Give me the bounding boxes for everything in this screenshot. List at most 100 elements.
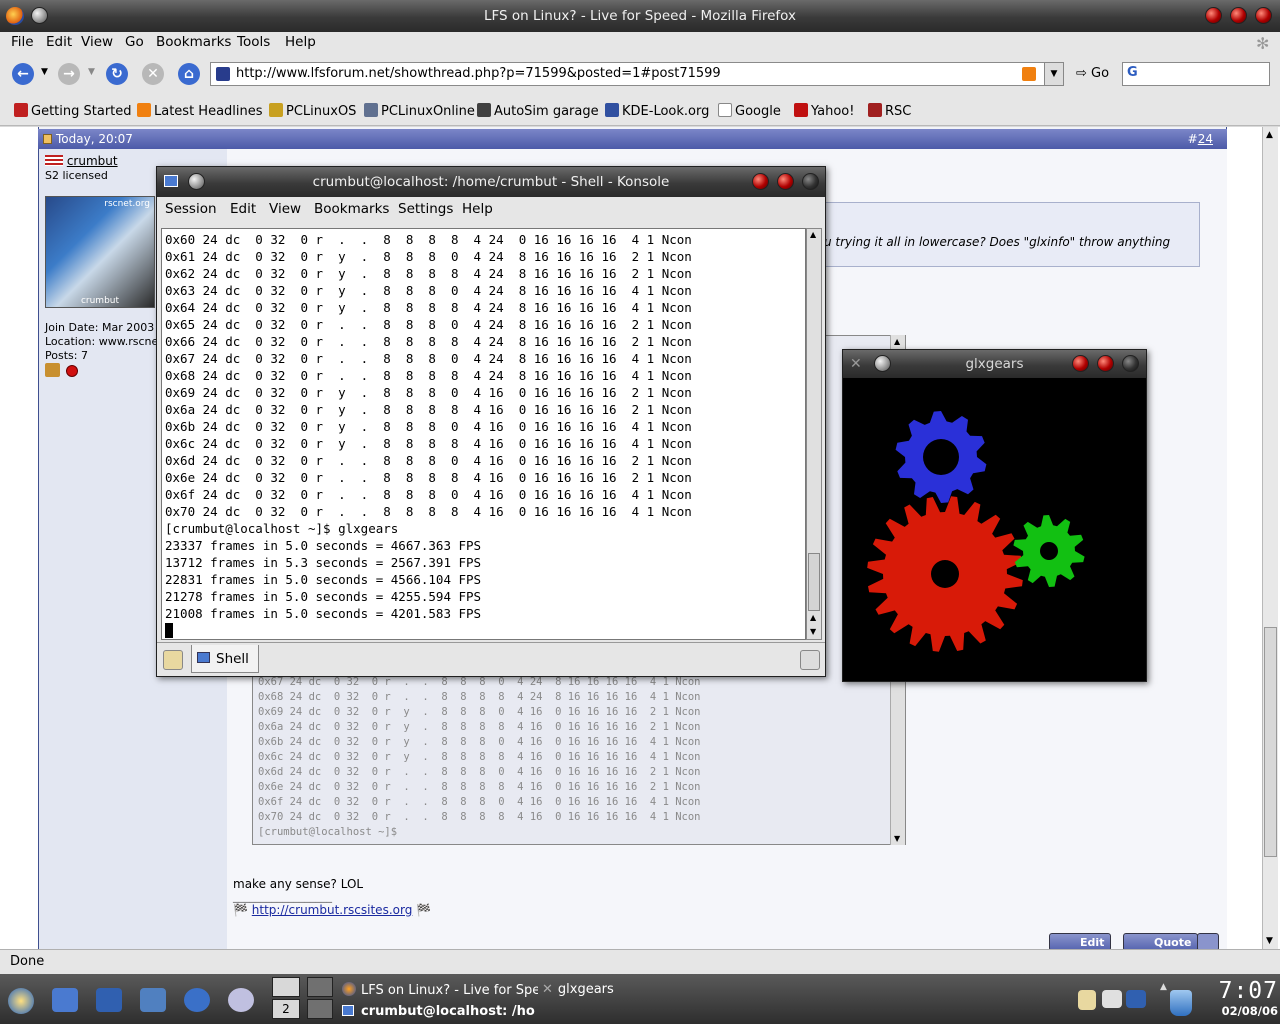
menu-go[interactable]: Go: [125, 34, 144, 50]
bookmark-pclinuxos[interactable]: PCLinuxOS: [269, 103, 356, 119]
quote-post-button[interactable]: Quote: [1123, 933, 1199, 949]
scroll-down-icon[interactable]: ▼: [1266, 936, 1273, 946]
tab-shell[interactable]: Shell: [191, 645, 259, 673]
maximize-button[interactable]: [1097, 355, 1114, 372]
task-konsole[interactable]: crumbut@localhost: /ho: [342, 1004, 538, 1019]
close-button[interactable]: [1122, 355, 1139, 372]
back-button[interactable]: ←: [12, 63, 34, 85]
minimize-button[interactable]: [1205, 7, 1222, 24]
display-icon[interactable]: [1126, 990, 1146, 1008]
scroll-up-icon[interactable]: ▲: [810, 613, 816, 622]
mail-icon[interactable]: [228, 988, 254, 1012]
maximize-button[interactable]: [1230, 7, 1247, 24]
scroll-thumb[interactable]: [808, 553, 820, 611]
bookmark-kde-look[interactable]: KDE-Look.org: [605, 103, 709, 119]
url-text[interactable]: http://www.lfsforum.net/showthread.php?p…: [236, 66, 721, 81]
quote-label: Quote: [1154, 936, 1192, 949]
username-link[interactable]: crumbut: [45, 154, 118, 168]
bookmark-google[interactable]: Google: [718, 103, 781, 119]
menu-help[interactable]: Help: [462, 201, 493, 217]
menu-file[interactable]: File: [11, 34, 34, 50]
task-firefox[interactable]: LFS on Linux? - Live for Spe: [342, 982, 538, 998]
terminal-output[interactable]: 0x60 24 dc 0 32 0 r . . 8 8 8 8 4 24 0 1…: [161, 228, 806, 640]
terminal-scrollbar[interactable]: ▲ ▲ ▼: [806, 228, 822, 640]
bookmark-autosim-garage[interactable]: AutoSim garage: [477, 103, 599, 119]
maximize-button[interactable]: [777, 173, 794, 190]
forward-dropdown-icon[interactable]: ▼: [88, 67, 95, 77]
minimize-button[interactable]: [752, 173, 769, 190]
menu-tools[interactable]: Tools: [237, 34, 270, 50]
desktop-pager-2[interactable]: 2: [272, 999, 300, 1019]
tray-icon[interactable]: [1102, 990, 1122, 1008]
multi-quote-button[interactable]: [1197, 933, 1219, 949]
task-label: crumbut@localhost: /ho: [361, 1004, 535, 1019]
glxgears-titlebar[interactable]: ✕ glxgears: [843, 350, 1146, 378]
close-button[interactable]: [802, 173, 819, 190]
bookmark-getting-started[interactable]: Getting Started: [14, 103, 132, 119]
reload-button[interactable]: ↻: [106, 63, 128, 85]
url-bar[interactable]: http://www.lfsforum.net/showthread.php?p…: [210, 62, 1062, 86]
konsole-tabbar: Shell: [157, 642, 825, 676]
menu-edit[interactable]: Edit: [230, 201, 256, 217]
menu-view[interactable]: View: [81, 34, 113, 50]
post-number-link[interactable]: #24: [1188, 132, 1213, 146]
bookmark-label: AutoSim garage: [494, 104, 599, 119]
google-search-icon[interactable]: G: [1127, 65, 1138, 80]
kde-menu-icon[interactable]: [8, 988, 34, 1014]
bookmark-icon: [364, 103, 378, 117]
close-session-button[interactable]: [800, 650, 820, 670]
go-button[interactable]: ⇨ Go: [1076, 66, 1109, 81]
menu-bookmarks[interactable]: Bookmarks: [156, 34, 231, 50]
bookmark-icon: [868, 103, 882, 117]
control-center-icon[interactable]: [140, 988, 166, 1012]
quote-text: u trying it all in lowercase? Does "glxi…: [824, 235, 1171, 249]
rss-feed-icon[interactable]: [1022, 67, 1036, 81]
menu-view[interactable]: View: [269, 201, 301, 217]
search-input[interactable]: G: [1122, 62, 1270, 86]
bookmark-yahoo[interactable]: Yahoo!: [794, 103, 854, 119]
bookmark-latest-headlines[interactable]: Latest Headlines: [137, 103, 263, 119]
bookmark-pclinuxonline[interactable]: PCLinuxOnline: [364, 103, 475, 119]
browser-icon[interactable]: [184, 988, 210, 1012]
clock[interactable]: 7:07 02/08/06: [1212, 978, 1278, 1018]
task-glxgears[interactable]: ✕ glxgears: [542, 982, 642, 997]
scroll-thumb[interactable]: [1264, 627, 1277, 857]
konsole-titlebar[interactable]: crumbut@localhost: /home/crumbut - Shell…: [157, 167, 825, 197]
home-folder-icon[interactable]: [96, 988, 122, 1012]
stop-button[interactable]: ✕: [142, 63, 164, 85]
forward-button[interactable]: →: [58, 63, 80, 85]
page-scrollbar[interactable]: ▲ ▼: [1262, 127, 1278, 949]
signature-link[interactable]: http://crumbut.rscsites.org: [252, 903, 413, 917]
post-count: Posts: 7: [45, 349, 88, 362]
desktop-pager-3[interactable]: [307, 977, 333, 997]
username[interactable]: crumbut: [67, 154, 118, 168]
close-button[interactable]: [1255, 7, 1272, 24]
show-desktop-icon[interactable]: [52, 988, 78, 1012]
menu-bookmarks[interactable]: Bookmarks: [314, 201, 389, 217]
edit-post-button[interactable]: Edit: [1049, 933, 1112, 949]
scroll-up-icon[interactable]: ▲: [1266, 130, 1273, 140]
desktop-pager-4[interactable]: [307, 999, 333, 1019]
menu-settings[interactable]: Settings: [398, 201, 453, 217]
offline-indicator-icon: [66, 365, 78, 377]
scroll-up-icon[interactable]: ▲: [810, 230, 816, 239]
menu-edit[interactable]: Edit: [46, 34, 72, 50]
klipper-icon[interactable]: [1078, 990, 1096, 1010]
home-button[interactable]: ⌂: [178, 63, 200, 85]
menu-help[interactable]: Help: [285, 34, 316, 50]
user-location: Location: www.rscne: [45, 335, 159, 348]
join-date: Join Date: Mar 2003: [45, 321, 155, 334]
trash-icon[interactable]: [1170, 990, 1192, 1016]
bookmark-label: Latest Headlines: [154, 104, 263, 119]
url-dropdown-button[interactable]: ▼: [1044, 62, 1064, 86]
bookmark-rsc[interactable]: RSC: [868, 103, 911, 119]
tray-expand-icon[interactable]: ▲: [1160, 982, 1167, 992]
minimize-button[interactable]: [1072, 355, 1089, 372]
checkered-flag-icon: 🏁: [233, 903, 248, 917]
scroll-down-icon[interactable]: ▼: [810, 627, 816, 636]
new-session-button[interactable]: [163, 650, 183, 670]
back-dropdown-icon[interactable]: ▼: [41, 67, 48, 77]
post-number[interactable]: 24: [1198, 132, 1213, 146]
desktop-pager-1[interactable]: [272, 977, 300, 997]
menu-session[interactable]: Session: [165, 201, 217, 217]
